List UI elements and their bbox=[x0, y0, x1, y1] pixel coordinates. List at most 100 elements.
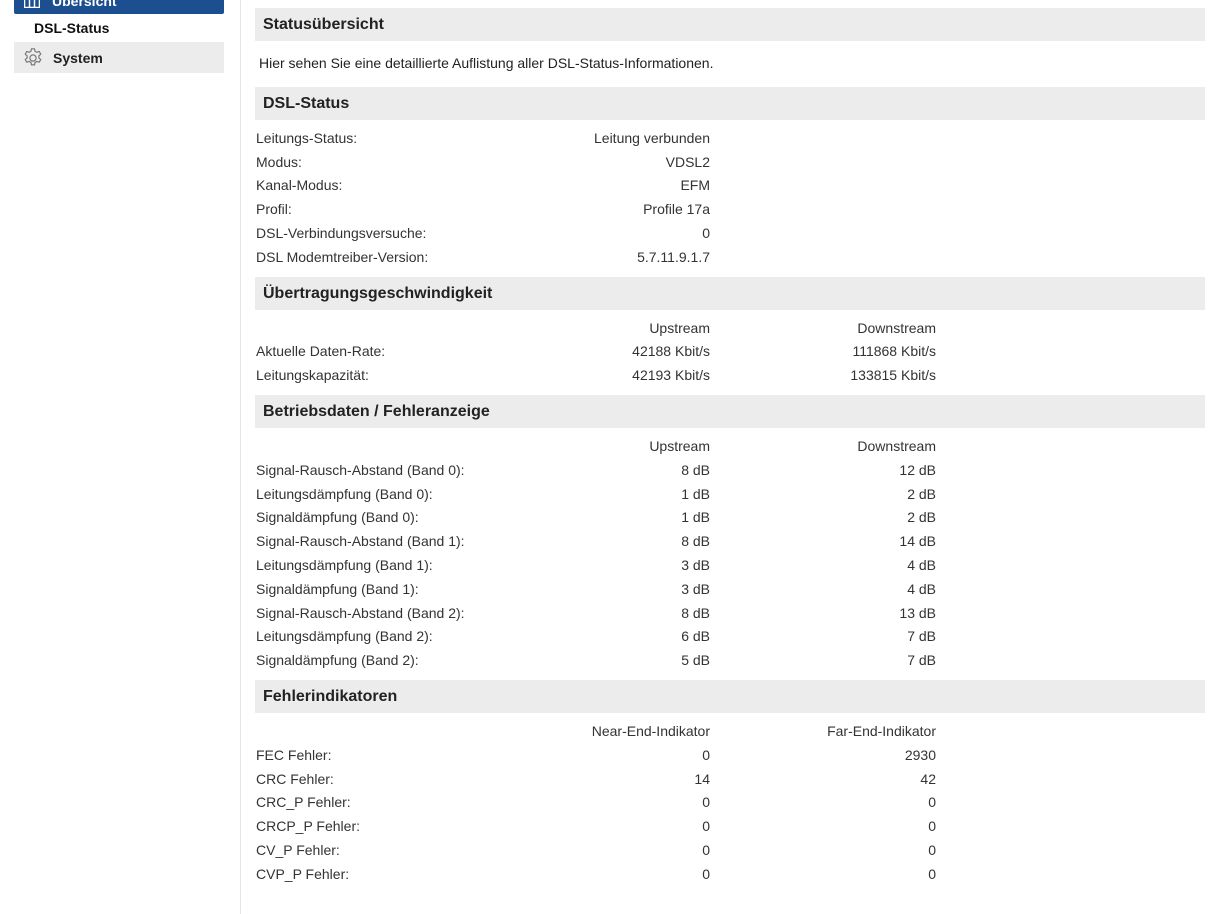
row-label: Leitungs-Status: bbox=[256, 129, 358, 146]
downstream-value: 2 dB bbox=[907, 485, 936, 502]
section-title-dsl-status: DSL-Status bbox=[255, 87, 1205, 120]
downstream-value: 7 dB bbox=[907, 652, 936, 669]
table-row: DSL-Verbindungsversuche: 0 bbox=[255, 221, 1205, 245]
grid-icon bbox=[24, 0, 40, 8]
near-end-value: 0 bbox=[702, 794, 710, 811]
row-label: FEC Fehler: bbox=[256, 746, 332, 763]
row-label: Signaldämpfung (Band 0): bbox=[256, 509, 419, 526]
row-label: Signal-Rausch-Abstand (Band 1): bbox=[256, 533, 465, 550]
row-label: CVP_P Fehler: bbox=[256, 865, 350, 882]
table-row: Signaldämpfung (Band 2): 5 dB 7 dB bbox=[255, 648, 1205, 672]
sidebar-item-label: Übersicht bbox=[52, 0, 117, 9]
far-end-value: 0 bbox=[928, 794, 936, 811]
row-label: CRCP_P Fehler: bbox=[256, 818, 361, 835]
far-end-value: 42 bbox=[920, 770, 936, 787]
row-label: CV_P Fehler: bbox=[256, 842, 340, 859]
sidebar-item-overview[interactable]: Übersicht bbox=[14, 0, 224, 14]
row-label: CRC_P Fehler: bbox=[256, 794, 351, 811]
table-row: Profil: Profile 17a bbox=[255, 197, 1205, 221]
downstream-value: 2 dB bbox=[907, 509, 936, 526]
row-label: Modus: bbox=[256, 153, 302, 170]
table-header-row: Upstream Downstream bbox=[255, 434, 1205, 458]
downstream-value: 7 dB bbox=[907, 628, 936, 645]
row-label: Kanal-Modus: bbox=[256, 177, 343, 194]
far-end-value: 0 bbox=[928, 818, 936, 835]
near-end-value: 0 bbox=[702, 865, 710, 882]
column-header: Downstream bbox=[857, 438, 936, 455]
section-title-overview: Statusübersicht bbox=[255, 8, 1205, 41]
near-end-value: 0 bbox=[702, 842, 710, 859]
downstream-value: 133815 Kbit/s bbox=[850, 367, 936, 384]
section-title-operating: Betriebsdaten / Fehleranzeige bbox=[255, 395, 1205, 429]
table-row: CVP_P Fehler: 0 0 bbox=[255, 862, 1205, 886]
column-header: Upstream bbox=[649, 438, 710, 455]
row-label: Leitungsdämpfung (Band 1): bbox=[256, 557, 433, 574]
upstream-value: 42193 Kbit/s bbox=[632, 367, 710, 384]
sidebar: Übersicht DSL-Status System bbox=[14, 0, 224, 73]
row-label: Leitungsdämpfung (Band 2): bbox=[256, 628, 433, 645]
row-label: DSL-Verbindungsversuche: bbox=[256, 225, 427, 242]
table-header-row: Upstream Downstream bbox=[255, 316, 1205, 340]
table-row: CV_P Fehler: 0 0 bbox=[255, 838, 1205, 862]
dsl-status-table: Leitungs-Status: Leitung verbunden Modus:… bbox=[255, 126, 1205, 269]
sidebar-item-system[interactable]: System bbox=[14, 42, 224, 73]
row-label: Signaldämpfung (Band 2): bbox=[256, 652, 419, 669]
table-row: CRCP_P Fehler: 0 0 bbox=[255, 814, 1205, 838]
row-label: Signaldämpfung (Band 1): bbox=[256, 580, 419, 597]
intro-text: Hier sehen Sie eine detaillierte Auflist… bbox=[259, 55, 714, 71]
downstream-value: 12 dB bbox=[899, 461, 936, 478]
upstream-value: 3 dB bbox=[681, 557, 710, 574]
row-value: VDSL2 bbox=[665, 153, 710, 170]
divider bbox=[240, 0, 241, 914]
table-row: Leitungsdämpfung (Band 2): 6 dB 7 dB bbox=[255, 625, 1205, 649]
row-label: DSL Modemtreiber-Version: bbox=[256, 248, 429, 265]
row-label: Signal-Rausch-Abstand (Band 2): bbox=[256, 604, 465, 621]
upstream-value: 1 dB bbox=[681, 509, 710, 526]
table-row: Aktuelle Daten-Rate: 42188 Kbit/s 111868 K… bbox=[255, 340, 1205, 364]
near-end-value: 0 bbox=[702, 746, 710, 763]
table-row: CRC_P Fehler: 0 0 bbox=[255, 791, 1205, 815]
upstream-value: 8 dB bbox=[681, 533, 710, 550]
speed-table: Upstream Downstream Aktuelle Daten-Rate: 4… bbox=[255, 316, 1205, 387]
row-value: 5.7.11.9.1.7 bbox=[637, 248, 710, 265]
table-row: Modus: VDSL2 bbox=[255, 150, 1205, 174]
sidebar-item-dsl-status[interactable]: DSL-Status bbox=[14, 14, 224, 42]
table-header-row: Near-End-Indikator Far-End-Indikator bbox=[255, 719, 1205, 743]
upstream-value: 8 dB bbox=[681, 461, 710, 478]
upstream-value: 6 dB bbox=[681, 628, 710, 645]
section-title-errors: Fehlerindikatoren bbox=[255, 680, 1205, 714]
table-row: Signal-Rausch-Abstand (Band 2): 8 dB 13 dB bbox=[255, 601, 1205, 625]
downstream-value: 4 dB bbox=[907, 557, 936, 574]
table-row: Signaldämpfung (Band 1): 3 dB 4 dB bbox=[255, 577, 1205, 601]
row-label: Profil: bbox=[256, 201, 292, 218]
table-row: Leitungskapazität: 42193 Kbit/s 133815 Kbi… bbox=[255, 363, 1205, 387]
upstream-value: 8 dB bbox=[681, 604, 710, 621]
far-end-value: 2930 bbox=[904, 746, 936, 763]
table-row: Signaldämpfung (Band 0): 1 dB 2 dB bbox=[255, 506, 1205, 530]
row-value: 0 bbox=[702, 225, 710, 242]
upstream-value: 1 dB bbox=[681, 485, 710, 502]
row-value: Profile 17a bbox=[643, 201, 710, 218]
upstream-value: 3 dB bbox=[681, 580, 710, 597]
section-title-speed: Übertragungsgeschwindigkeit bbox=[255, 276, 1205, 310]
column-header: Far-End-Indikator bbox=[827, 723, 936, 740]
far-end-value: 0 bbox=[928, 842, 936, 859]
upstream-value: 5 dB bbox=[681, 652, 710, 669]
table-row: Leitungsdämpfung (Band 1): 3 dB 4 dB bbox=[255, 553, 1205, 577]
row-label: CRC Fehler: bbox=[256, 770, 334, 787]
column-header: Upstream bbox=[649, 319, 710, 336]
near-end-value: 14 bbox=[694, 770, 710, 787]
table-row: Leitungs-Status: Leitung verbunden bbox=[255, 126, 1205, 150]
downstream-value: 14 dB bbox=[899, 533, 936, 550]
column-header: Near-End-Indikator bbox=[591, 723, 710, 740]
table-row: Leitungsdämpfung (Band 0): 1 dB 2 dB bbox=[255, 482, 1205, 506]
downstream-value: 13 dB bbox=[899, 604, 936, 621]
downstream-value: 111868 Kbit/s bbox=[852, 343, 936, 360]
errors-table: Near-End-Indikator Far-End-Indikator FEC … bbox=[255, 719, 1205, 886]
main-content: Statusübersicht Hier sehen Sie eine deta… bbox=[255, 8, 1205, 894]
column-header: Downstream bbox=[857, 319, 936, 336]
table-row: Kanal-Modus: EFM bbox=[255, 174, 1205, 198]
gear-icon bbox=[24, 47, 42, 65]
near-end-value: 0 bbox=[702, 818, 710, 835]
sidebar-item-label: System bbox=[53, 49, 103, 66]
